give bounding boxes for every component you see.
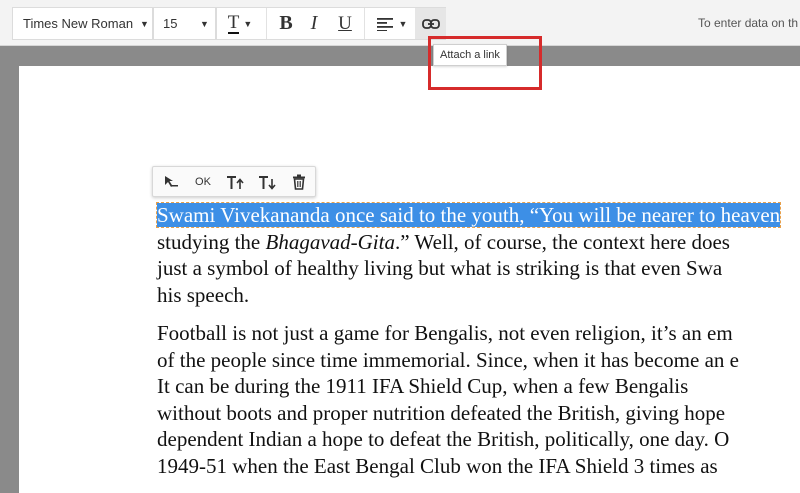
text-line: 1949-51 when the East Bengal Club won th…	[157, 453, 718, 478]
font-increase-icon	[227, 175, 244, 189]
text-line: dependent Indian a hope to defeat the Br…	[157, 427, 730, 451]
text-line: his speech.	[157, 282, 250, 307]
separator	[266, 8, 267, 39]
font-size-select[interactable]: 15 ▼	[153, 7, 216, 40]
image-text-mini-toolbar: OK	[152, 166, 316, 197]
link-icon	[421, 18, 440, 29]
chevron-down-icon: ▼	[243, 18, 253, 29]
text-line: just a symbol of healthy living but what…	[157, 256, 723, 280]
text-color-button[interactable]: T ▼	[223, 8, 257, 39]
ok-button[interactable]: OK	[187, 167, 219, 196]
separator	[364, 8, 365, 39]
paragraph: Swami Vivekananda once said to the youth…	[155, 202, 800, 308]
text-line: It can be during the 1911 IFA Shield Cup…	[157, 374, 689, 398]
chevron-down-icon: ▼	[140, 18, 149, 29]
delete-button[interactable]	[283, 167, 315, 196]
underline-button[interactable]: U	[332, 8, 358, 39]
align-left-icon	[376, 17, 393, 31]
text-line: .” Well, of course, the context here doe…	[394, 229, 730, 254]
italic-button[interactable]: I	[301, 8, 327, 39]
selected-text[interactable]: Swami Vivekananda once said to the youth…	[155, 202, 782, 228]
format-group: T ▼ B I U ▼	[216, 7, 446, 40]
move-button[interactable]	[155, 167, 187, 196]
move-cursor-icon	[165, 175, 178, 187]
font-size-value: 15	[163, 16, 178, 31]
increase-font-button[interactable]	[219, 167, 251, 196]
document-text[interactable]: Swami Vivekananda once said to the youth…	[155, 202, 800, 479]
editor-toolbar: Times New Roman ▼ 15 ▼ T ▼ B I U ▼ To en…	[0, 0, 800, 46]
attach-link-button[interactable]	[415, 8, 446, 39]
italic-title: Bhagavad-Gita	[265, 229, 395, 254]
font-decrease-icon	[259, 175, 276, 190]
chevron-down-icon: ▼	[200, 18, 209, 29]
toolbar-hint: To enter data on th	[698, 16, 799, 30]
text-line: of the people since time immemorial. Sin…	[157, 347, 739, 372]
text-line: studying the	[157, 229, 266, 254]
font-family-select[interactable]: Times New Roman ▼	[12, 7, 153, 40]
text-color-icon: T	[227, 11, 240, 34]
text-line: Football is not just a game for Bengalis…	[157, 321, 733, 345]
text-line: without boots and proper nutrition defea…	[157, 400, 726, 425]
paragraph: Football is not just a game for Bengalis…	[157, 320, 800, 479]
align-button[interactable]: ▼	[372, 8, 412, 39]
bold-button[interactable]: B	[273, 8, 299, 39]
trash-icon	[293, 174, 305, 190]
decrease-font-button[interactable]	[251, 167, 283, 196]
font-family-value: Times New Roman	[23, 16, 134, 31]
chevron-down-icon: ▼	[398, 18, 408, 29]
highlight-annotation-box	[428, 36, 542, 90]
